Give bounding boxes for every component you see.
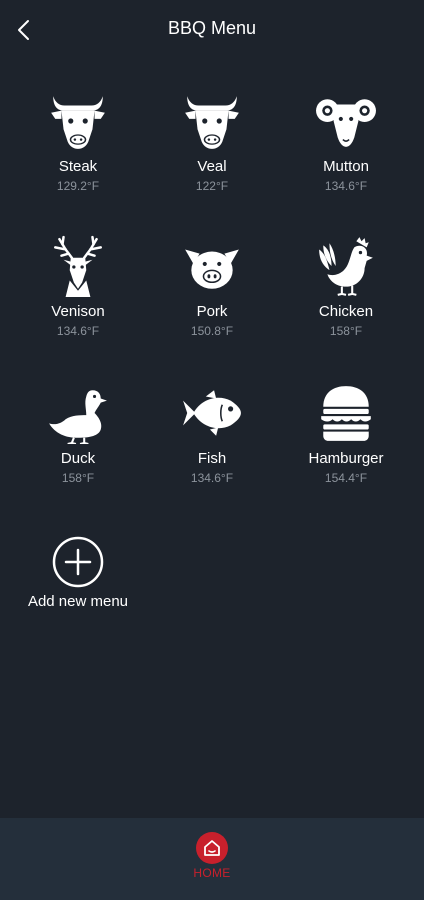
menu-item-temp: 158°F xyxy=(61,471,95,485)
menu-item-pork[interactable]: Pork 150.8°F xyxy=(147,235,277,355)
menu-item-temp: 134.6°F xyxy=(190,471,234,485)
menu-item-veal[interactable]: Veal 122°F xyxy=(147,90,277,210)
cow-icon xyxy=(51,96,105,149)
menu-item-name: Venison xyxy=(51,303,105,320)
fish-icon xyxy=(183,390,241,436)
menu-item-temp: 134.6°F xyxy=(56,324,100,338)
duck-icon xyxy=(49,390,107,444)
menu-item-name: Pork xyxy=(196,303,228,320)
menu-item-name: Hamburger xyxy=(308,450,384,467)
rooster-icon xyxy=(319,237,373,296)
menu-item-temp: 150.8°F xyxy=(190,324,234,338)
header: BBQ Menu xyxy=(0,0,424,60)
menu-item-hamburger[interactable]: Hamburger 154.4°F xyxy=(281,382,411,502)
plus-circle-icon xyxy=(52,536,104,588)
home-tab-badge xyxy=(196,832,228,864)
deer-icon xyxy=(54,235,102,297)
hamburger-icon xyxy=(321,386,371,441)
menu-item-name: Fish xyxy=(197,450,227,467)
menu-item-temp: 154.4°F xyxy=(324,471,368,485)
menu-item-chicken[interactable]: Chicken 158°F xyxy=(281,235,411,355)
add-menu-label: Add new menu xyxy=(27,593,129,610)
tab-home[interactable]: HOME xyxy=(182,832,242,880)
menu-item-steak[interactable]: Steak 129.2°F xyxy=(13,90,143,210)
menu-item-name: Steak xyxy=(58,158,98,175)
menu-item-name: Chicken xyxy=(318,303,374,320)
menu-item-venison[interactable]: Venison 134.6°F xyxy=(13,235,143,355)
menu-item-duck[interactable]: Duck 158°F xyxy=(13,382,143,502)
pig-icon xyxy=(185,249,239,289)
home-icon xyxy=(204,840,220,856)
menu-item-temp: 134.6°F xyxy=(324,179,368,193)
bottom-tab-bar: HOME xyxy=(0,818,424,900)
menu-item-mutton[interactable]: Mutton 134.6°F xyxy=(281,90,411,210)
menu-item-name: Veal xyxy=(197,158,227,175)
ram-icon xyxy=(316,99,376,147)
menu-item-name: Duck xyxy=(60,450,96,467)
cow-icon xyxy=(185,96,239,149)
page-title: BBQ Menu xyxy=(167,18,257,38)
menu-item-name: Mutton xyxy=(323,158,369,175)
menu-item-temp: 129.2°F xyxy=(56,179,100,193)
menu-item-temp: 122°F xyxy=(195,179,229,193)
menu-item-temp: 158°F xyxy=(329,324,363,338)
tab-home-label: HOME xyxy=(193,866,231,880)
add-menu-button[interactable]: Add new menu xyxy=(13,535,143,610)
menu-item-fish[interactable]: Fish 134.6°F xyxy=(147,382,277,502)
